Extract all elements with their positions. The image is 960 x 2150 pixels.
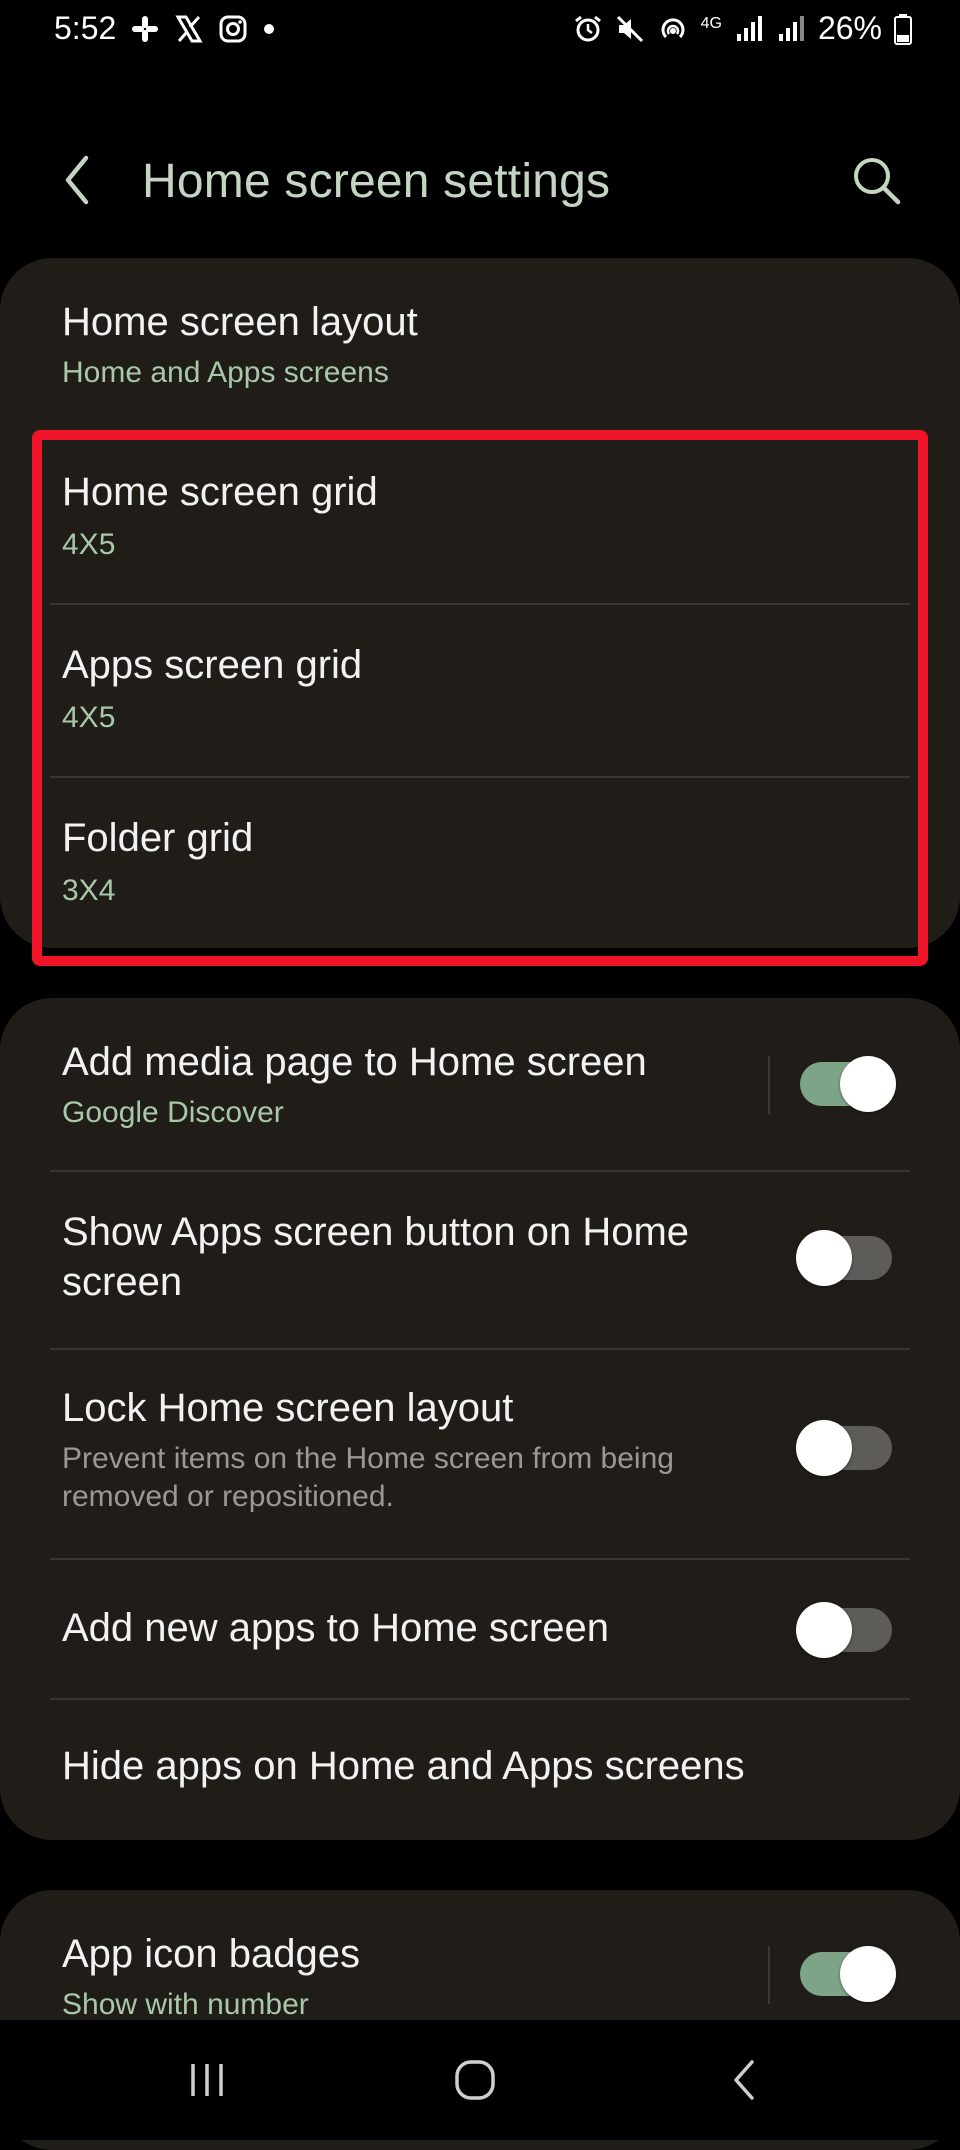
- item-subtitle: Prevent items on the Home screen from be…: [62, 1442, 674, 1513]
- item-subtitle: 4X5: [62, 701, 116, 734]
- item-title: Home screen layout: [62, 300, 418, 344]
- nav-back-button[interactable]: [710, 2050, 780, 2110]
- vertical-separator: [768, 1946, 770, 2004]
- item-title-line1: Show Apps screen button on Home: [62, 1210, 690, 1254]
- item-subtitle: 4X5: [62, 528, 116, 561]
- item-title: App icon badges: [62, 1932, 361, 1976]
- list-item-apps-screen-grid[interactable]: Apps screen grid 4X5: [0, 605, 960, 775]
- lock-layout-toggle[interactable]: [796, 1420, 892, 1476]
- list-item-home-screen-layout[interactable]: Home screen layout Home and Apps screens: [0, 258, 960, 428]
- item-subtitle: Home and Apps screens: [62, 356, 389, 389]
- status-right: 4G 26%: [573, 10, 912, 47]
- status-left: 5:52: [54, 10, 276, 47]
- item-title: Home screen grid: [62, 470, 378, 514]
- status-time: 5:52: [54, 10, 117, 46]
- list-item-hide-apps[interactable]: Hide apps on Home and Apps screens: [0, 1700, 960, 1840]
- item-title: Folder grid: [62, 816, 254, 860]
- alarm-icon: [573, 14, 603, 44]
- layout-settings-card: Home screen layout Home and Apps screens…: [0, 258, 960, 948]
- mute-icon: [615, 14, 645, 44]
- slack-icon: [130, 14, 160, 44]
- instagram-icon: [218, 14, 248, 44]
- toggle-knob: [840, 1056, 896, 1112]
- navigation-bar: [0, 2020, 960, 2140]
- app-header: Home screen settings: [0, 130, 960, 230]
- battery-percent: 26%: [817, 10, 882, 46]
- hotspot-icon: [657, 14, 689, 44]
- back-icon: [734, 2060, 754, 2100]
- item-title-line2: screen: [62, 1260, 183, 1304]
- list-item-add-media-page[interactable]: Add media page to Home screen Google Dis…: [0, 998, 960, 1170]
- add-new-apps-toggle[interactable]: [796, 1602, 892, 1658]
- signal-icon: [734, 14, 764, 44]
- search-button[interactable]: [850, 154, 904, 208]
- list-item-lock-layout[interactable]: Lock Home screen layout Prevent items on…: [0, 1350, 960, 1558]
- signal-icon: [776, 14, 806, 44]
- chevron-left-icon: [65, 155, 89, 205]
- item-title: Apps screen grid: [62, 643, 363, 687]
- item-subtitle: Google Discover: [62, 1096, 284, 1129]
- search-icon: [854, 158, 901, 205]
- list-item-folder-grid[interactable]: Folder grid 3X4: [0, 778, 960, 948]
- item-subtitle: 3X4: [62, 874, 116, 907]
- page-title: Home screen settings: [142, 155, 611, 208]
- vertical-separator: [768, 1056, 770, 1114]
- media-page-toggle[interactable]: [800, 1056, 896, 1112]
- recents-button[interactable]: [172, 2050, 242, 2110]
- dot-icon: [262, 22, 276, 36]
- network-type: 4G: [700, 14, 722, 32]
- toggle-knob: [796, 1602, 852, 1658]
- toggle-knob: [796, 1420, 852, 1476]
- toggle-knob: [796, 1230, 852, 1286]
- home-options-card: Add media page to Home screen Google Dis…: [0, 998, 960, 1840]
- battery-icon: [894, 13, 912, 45]
- item-title: Lock Home screen layout: [62, 1386, 514, 1430]
- back-button[interactable]: [56, 152, 100, 208]
- list-item-show-apps-button[interactable]: Show Apps screen button on Home screen: [0, 1172, 960, 1346]
- recents-icon: [191, 2064, 223, 2096]
- item-title: Add media page to Home screen: [62, 1040, 647, 1084]
- x-icon: [174, 14, 204, 44]
- badges-toggle[interactable]: [800, 1946, 896, 2002]
- item-title: Add new apps to Home screen: [62, 1606, 609, 1650]
- list-item-add-new-apps[interactable]: Add new apps to Home screen: [0, 1560, 960, 1698]
- item-title: Hide apps on Home and Apps screens: [62, 1744, 745, 1788]
- home-icon: [455, 2060, 495, 2100]
- status-bar: 5:52 4G 26%: [0, 0, 960, 66]
- item-subtitle: Show with number: [62, 1988, 309, 2021]
- list-item-home-screen-grid[interactable]: Home screen grid 4X5: [0, 430, 960, 600]
- home-button[interactable]: [440, 2050, 510, 2110]
- apps-button-toggle[interactable]: [796, 1230, 892, 1286]
- toggle-knob: [840, 1946, 896, 2002]
